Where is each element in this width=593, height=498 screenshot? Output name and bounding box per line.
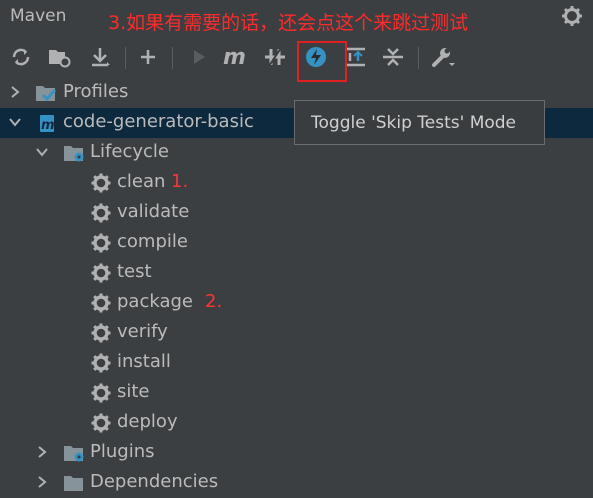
gear-icon — [90, 412, 112, 434]
goal-label: install — [117, 351, 171, 372]
tree-row-goal-verify[interactable]: verify — [0, 318, 593, 348]
download-sources-button[interactable] — [88, 42, 114, 72]
toolbar-separator — [125, 47, 126, 69]
chevron-right-icon[interactable] — [8, 85, 22, 99]
annotation-skip-tests: 3.如果有需要的话，还会点这个来跳过测试 — [108, 12, 469, 34]
skip-tests-tooltip: Toggle 'Skip Tests' Mode — [294, 100, 545, 145]
tree-row-goal-deploy[interactable]: deploy — [0, 408, 593, 438]
chevron-down-icon[interactable] — [35, 145, 49, 159]
svg-text:m: m — [41, 118, 55, 133]
tree-label-plugins: Plugins — [90, 441, 155, 462]
goal-label: package — [117, 291, 193, 312]
panel-title: Maven — [10, 6, 67, 26]
collapse-all-icon — [383, 48, 403, 66]
toolbar-separator — [172, 47, 173, 69]
goal-label: clean — [117, 171, 166, 192]
goal-label: compile — [117, 231, 188, 252]
gear-icon — [90, 262, 112, 284]
toggle-offline-icon — [265, 47, 285, 67]
chevron-right-icon[interactable] — [35, 445, 49, 459]
profiles-folder-icon — [36, 86, 57, 102]
reload-button[interactable] — [8, 42, 34, 72]
tree-row-goal-clean[interactable]: clean 1. — [0, 168, 593, 198]
chevron-right-icon[interactable] — [35, 475, 49, 489]
maven-project-icon: m — [40, 115, 55, 133]
tree-row-plugins[interactable]: Plugins — [0, 438, 593, 468]
tree-label-dependencies: Dependencies — [90, 471, 219, 492]
goal-label: deploy — [117, 411, 178, 432]
gear-icon — [90, 322, 112, 344]
goal-label: test — [117, 261, 152, 282]
reload-icon — [12, 48, 30, 66]
collapse-all-button[interactable] — [380, 42, 406, 72]
tree-row-goal-validate[interactable]: validate — [0, 198, 593, 228]
tree-row-goal-test[interactable]: test — [0, 258, 593, 288]
tree-row-goal-install[interactable]: install — [0, 348, 593, 378]
tree-label-project: code-generator-basic — [63, 111, 254, 132]
annotation-step-number: 2. — [205, 291, 223, 312]
gear-icon — [90, 232, 112, 254]
add-button[interactable] — [135, 42, 161, 72]
add-maven-project-button[interactable] — [46, 42, 72, 72]
tree-row-goal-site[interactable]: site — [0, 378, 593, 408]
run-button[interactable] — [186, 42, 212, 72]
goal-label: verify — [117, 321, 168, 342]
toggle-offline-button[interactable] — [262, 42, 288, 72]
tree-row-goal-package[interactable]: package 2. — [0, 288, 593, 318]
gear-icon — [90, 202, 112, 224]
tree-label-lifecycle: Lifecycle — [90, 141, 169, 162]
plus-icon — [141, 50, 155, 64]
chevron-down-icon[interactable] — [8, 115, 22, 129]
dependencies-folder-icon — [64, 476, 83, 491]
gear-icon[interactable] — [561, 5, 583, 27]
annotation-step-number: 1. — [171, 171, 189, 192]
settings-wrench-icon — [432, 48, 455, 67]
run-icon — [194, 50, 205, 64]
maven-goal-icon: m — [223, 46, 246, 68]
add-folder-icon — [49, 50, 71, 68]
gear-icon — [90, 292, 112, 314]
tree-row-goal-compile[interactable]: compile — [0, 228, 593, 258]
tree-row-dependencies[interactable]: Dependencies — [0, 468, 593, 498]
download-icon — [92, 48, 110, 67]
lifecycle-folder-icon — [64, 146, 84, 162]
gear-icon — [90, 172, 112, 194]
tree-label-profiles: Profiles — [63, 81, 129, 102]
goal-label: validate — [117, 201, 190, 222]
toolbar-separator — [418, 47, 419, 69]
svg-text:m: m — [223, 46, 246, 68]
highlight-box — [297, 41, 347, 82]
plugins-folder-icon — [64, 446, 84, 462]
title-bar: Maven 3.如果有需要的话，还会点这个来跳过测试 — [0, 0, 593, 34]
gear-icon — [90, 382, 112, 404]
goal-label: site — [117, 381, 150, 402]
maven-settings-button[interactable] — [430, 42, 456, 72]
gear-icon — [90, 352, 112, 374]
execute-goal-button[interactable]: m — [222, 42, 248, 72]
